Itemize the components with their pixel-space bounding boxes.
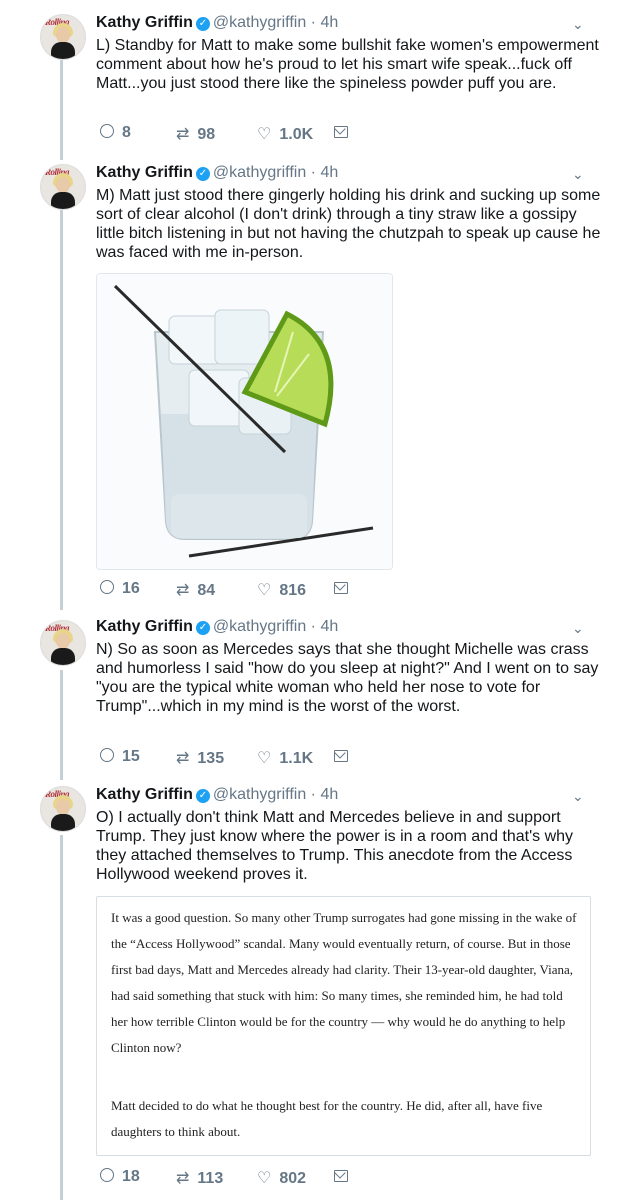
like-button[interactable]: ♡ 802 (257, 1168, 306, 1188)
tweet-text: M) Matt just stood there gingerly holdin… (96, 187, 601, 261)
tweet-header: Kathy Griffin ✓ @kathygriffin · 4h (96, 14, 338, 32)
heart-icon: ♡ (257, 1170, 272, 1187)
reply-icon (100, 1168, 114, 1182)
author-name[interactable]: Kathy Griffin (96, 618, 193, 635)
retweet-count: 98 (197, 126, 216, 143)
tweet[interactable]: Rolling Kathy Griffin ✓ @kathygriffin · 4h… (0, 150, 629, 610)
envelope-icon (334, 126, 348, 138)
reply-icon (100, 748, 114, 762)
quote-paragraph-2: Matt decided to do what he thought best … (111, 1098, 543, 1139)
heart-icon: ♡ (257, 126, 272, 143)
avatar[interactable]: Rolling (40, 786, 86, 832)
tweet-time[interactable]: · 4h (311, 786, 339, 803)
dm-button[interactable] (334, 748, 348, 766)
tweet-image[interactable] (96, 273, 393, 570)
verified-badge-icon: ✓ (195, 789, 210, 803)
retweet-icon: ⇄ (176, 582, 190, 599)
reply-icon (100, 580, 114, 594)
retweet-count: 84 (197, 582, 216, 599)
verified-badge-icon: ✓ (195, 167, 210, 181)
tweet-text: L) Standby for Matt to make some bullshi… (96, 37, 599, 92)
verified-badge-icon: ✓ (195, 621, 210, 635)
quote-paragraph-1: It was a good question. So many other Tr… (111, 910, 577, 1055)
chevron-down-icon[interactable]: ⌄ (572, 166, 584, 183)
retweet-button[interactable]: ⇄ 84 (176, 580, 215, 600)
envelope-icon (334, 1170, 348, 1182)
envelope-icon (334, 750, 348, 762)
chevron-down-icon[interactable]: ⌄ (572, 788, 584, 805)
verified-badge-icon: ✓ (195, 17, 210, 31)
reply-count: 8 (122, 124, 131, 141)
retweet-count: 113 (197, 1170, 224, 1187)
reply-icon (100, 124, 114, 138)
tweet-time[interactable]: · 4h (311, 164, 339, 181)
quoted-article-excerpt[interactable]: It was a good question. So many other Tr… (96, 896, 591, 1156)
envelope-icon (334, 582, 348, 594)
reply-button[interactable]: 15 (100, 748, 140, 766)
reply-count: 18 (122, 1168, 140, 1185)
reply-count: 16 (122, 580, 140, 597)
author-handle[interactable]: @kathygriffin (213, 14, 306, 31)
like-count: 1.1K (279, 750, 314, 767)
chevron-down-icon[interactable]: ⌄ (572, 16, 584, 33)
dm-button[interactable] (334, 1168, 348, 1186)
heart-icon: ♡ (257, 582, 272, 599)
tweet-header: Kathy Griffin ✓ @kathygriffin · 4h (96, 786, 338, 804)
chevron-down-icon[interactable]: ⌄ (572, 620, 584, 637)
tweet-time[interactable]: · 4h (311, 618, 339, 635)
reply-button[interactable]: 8 (100, 124, 131, 142)
tweet-time[interactable]: · 4h (311, 14, 339, 31)
like-button[interactable]: ♡ 816 (257, 580, 306, 600)
author-name[interactable]: Kathy Griffin (96, 786, 193, 803)
like-count: 1.0K (279, 126, 314, 143)
like-count: 816 (279, 582, 307, 599)
retweet-icon: ⇄ (176, 126, 190, 143)
heart-icon: ♡ (257, 750, 272, 767)
tweet-text: N) So as soon as Mercedes says that she … (96, 641, 599, 715)
dm-button[interactable] (334, 124, 348, 142)
avatar[interactable]: Rolling (40, 14, 86, 60)
author-name[interactable]: Kathy Griffin (96, 14, 193, 31)
drink-photo (97, 274, 392, 569)
avatar[interactable]: Rolling (40, 164, 86, 210)
like-button[interactable]: ♡ 1.1K (257, 748, 313, 768)
retweet-button[interactable]: ⇄ 135 (176, 748, 224, 768)
author-handle[interactable]: @kathygriffin (213, 164, 306, 181)
author-handle[interactable]: @kathygriffin (213, 786, 306, 803)
retweet-icon: ⇄ (176, 750, 190, 767)
retweet-icon: ⇄ (176, 1170, 190, 1187)
tweet-text: O) I actually don't think Matt and Merce… (96, 809, 574, 883)
like-button[interactable]: ♡ 1.0K (257, 124, 313, 144)
tweet[interactable]: Rolling Kathy Griffin ✓ @kathygriffin · 4h… (0, 780, 629, 1200)
author-name[interactable]: Kathy Griffin (96, 164, 193, 181)
reply-count: 15 (122, 748, 140, 765)
tweet-header: Kathy Griffin ✓ @kathygriffin · 4h (96, 618, 338, 636)
dm-button[interactable] (334, 580, 348, 598)
avatar[interactable]: Rolling (40, 620, 86, 666)
reply-button[interactable]: 16 (100, 580, 140, 598)
tweet[interactable]: Rolling Kathy Griffin ✓ @kathygriffin · 4h… (0, 0, 629, 150)
author-handle[interactable]: @kathygriffin (213, 618, 306, 635)
retweet-count: 135 (197, 750, 225, 767)
retweet-button[interactable]: ⇄ 98 (176, 124, 215, 144)
tweet-header: Kathy Griffin ✓ @kathygriffin · 4h (96, 164, 338, 182)
tweet[interactable]: Rolling Kathy Griffin ✓ @kathygriffin · 4h… (0, 610, 629, 780)
reply-button[interactable]: 18 (100, 1168, 140, 1186)
like-count: 802 (279, 1170, 307, 1187)
retweet-button[interactable]: ⇄ 113 (176, 1168, 223, 1188)
